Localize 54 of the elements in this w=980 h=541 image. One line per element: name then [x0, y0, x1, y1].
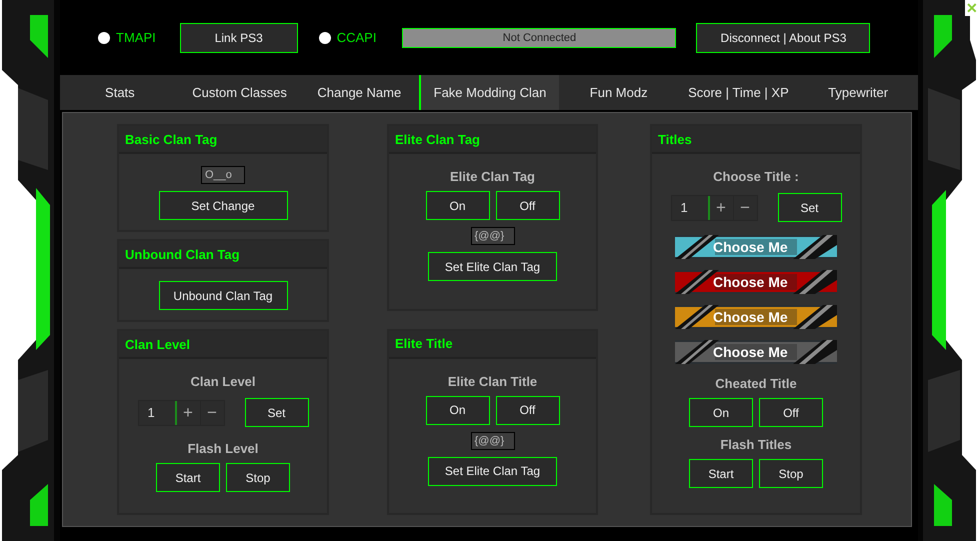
- panel-title: Elite Clan Tag: [395, 132, 480, 146]
- panel-title: Unbound Clan Tag: [125, 246, 240, 262]
- panel-title: Elite Title: [395, 336, 453, 351]
- tab[interactable]: Score | Time | XP: [678, 75, 798, 110]
- banner-label: Choose Me: [713, 274, 788, 290]
- banner-label: Choose Me: [713, 309, 788, 325]
- title-banner[interactable]: Choose Me: [675, 235, 837, 259]
- action-button[interactable]: Set Change: [158, 191, 288, 220]
- action-button[interactable]: Set Elite Clan Tag: [428, 456, 557, 486]
- action-button[interactable]: Off: [496, 396, 560, 424]
- set-button[interactable]: Set: [244, 398, 308, 427]
- panel-title: Basic Clan Tag: [125, 132, 218, 146]
- number-stepper[interactable]: 1 + −: [670, 194, 758, 220]
- text-field[interactable]: O__o: [201, 166, 245, 184]
- panel-title: Titles: [658, 132, 692, 146]
- action-button[interactable]: Off: [496, 191, 560, 220]
- action-button[interactable]: Off: [759, 398, 823, 427]
- action-button[interactable]: On: [689, 398, 753, 427]
- number-stepper[interactable]: 1 + −: [138, 400, 224, 426]
- action-button[interactable]: Stop: [226, 463, 290, 492]
- action-button[interactable]: On: [426, 396, 490, 424]
- banner-label: Choose Me: [713, 344, 788, 360]
- banner-label: Choose Me: [713, 239, 788, 255]
- title-banner[interactable]: Choose Me: [675, 340, 837, 364]
- tab[interactable]: Stats: [60, 75, 180, 110]
- status-field: Not Connected: [402, 28, 676, 48]
- text-field[interactable]: {@@}: [470, 432, 514, 450]
- tab[interactable]: Fun Modz: [558, 75, 679, 110]
- section-label: Elite Clan Title: [448, 374, 538, 388]
- text-field[interactable]: {@@}: [470, 227, 514, 245]
- section-label: Flash Titles: [720, 437, 792, 452]
- action-button[interactable]: Set Elite Clan Tag: [428, 252, 557, 281]
- action-button[interactable]: Unbound Clan Tag: [158, 281, 288, 310]
- tab[interactable]: Fake Modding Clan: [419, 75, 559, 110]
- action-button[interactable]: On: [426, 191, 490, 220]
- tab[interactable]: Change Name: [299, 75, 420, 110]
- set-button[interactable]: Set: [778, 193, 842, 222]
- api-radio[interactable]: CCAPI: [318, 30, 376, 45]
- section-label: Clan Level: [190, 374, 256, 389]
- top-button[interactable]: Link PS3: [180, 22, 298, 52]
- tab[interactable]: Custom Classes: [180, 75, 300, 110]
- section-label: Flash Level: [188, 441, 258, 456]
- section-label: Cheated Title: [715, 376, 797, 391]
- panel-title: Clan Level: [125, 336, 190, 352]
- section-label: Elite Clan Tag: [450, 169, 535, 184]
- action-button[interactable]: Start: [689, 459, 753, 488]
- section-label: Choose Title :: [713, 169, 799, 184]
- top-button[interactable]: Disconnect | About PS3: [696, 22, 870, 52]
- tab[interactable]: Typewriter: [798, 75, 918, 110]
- api-radio[interactable]: TMAPI: [98, 30, 156, 45]
- title-banner[interactable]: Choose Me: [675, 270, 837, 294]
- action-button[interactable]: Stop: [759, 459, 823, 488]
- title-banner[interactable]: Choose Me: [675, 305, 837, 329]
- action-button[interactable]: Start: [156, 463, 220, 492]
